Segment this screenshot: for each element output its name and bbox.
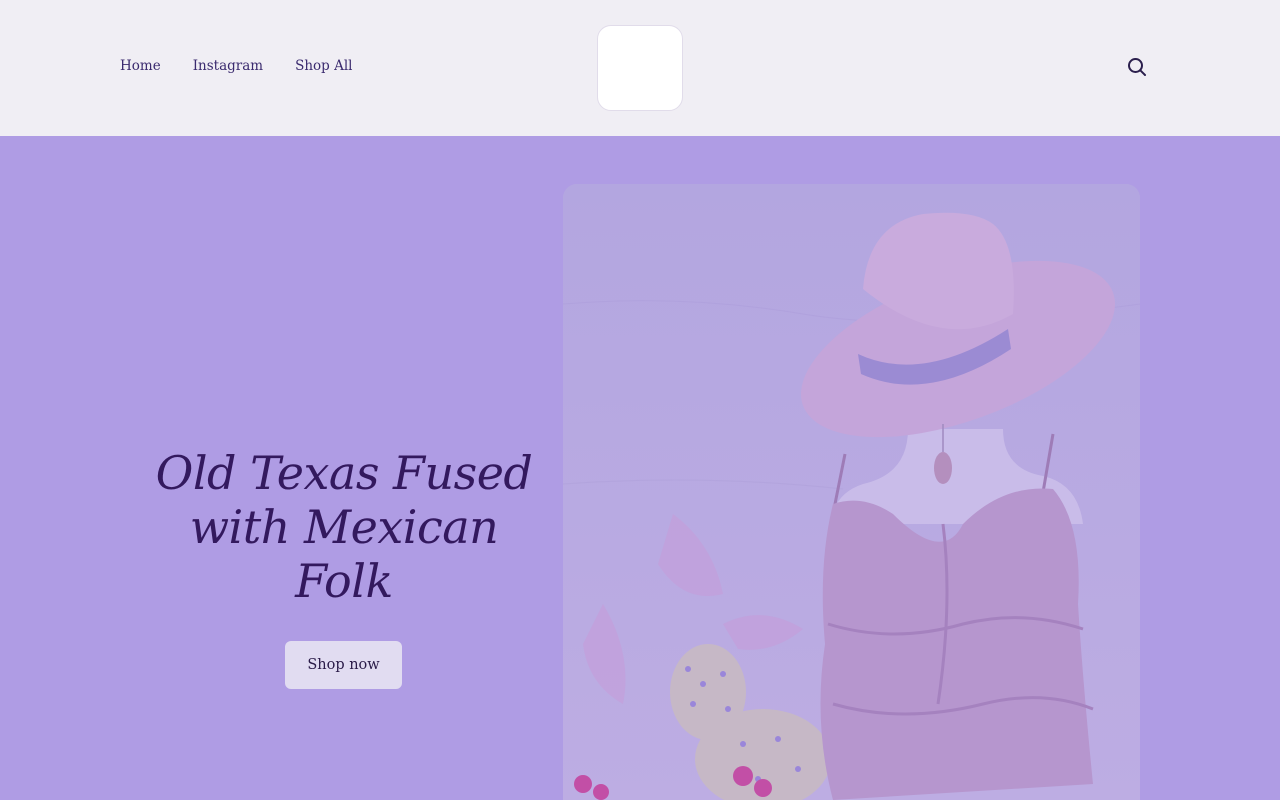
main-nav: Home Instagram Shop All bbox=[120, 57, 352, 75]
nav-link-shop-all[interactable]: Shop All bbox=[295, 57, 352, 75]
nav-link-instagram[interactable]: Instagram bbox=[193, 57, 263, 75]
logo[interactable] bbox=[597, 25, 683, 111]
site-header: Home Instagram Shop All bbox=[0, 0, 1280, 136]
nav-link-home[interactable]: Home bbox=[120, 57, 161, 75]
search-icon[interactable] bbox=[1125, 55, 1149, 79]
shop-now-button[interactable]: Shop now bbox=[285, 641, 402, 689]
hero-image bbox=[563, 184, 1140, 800]
hero-title: Old Texas Fused with Mexican Folk bbox=[155, 446, 533, 608]
